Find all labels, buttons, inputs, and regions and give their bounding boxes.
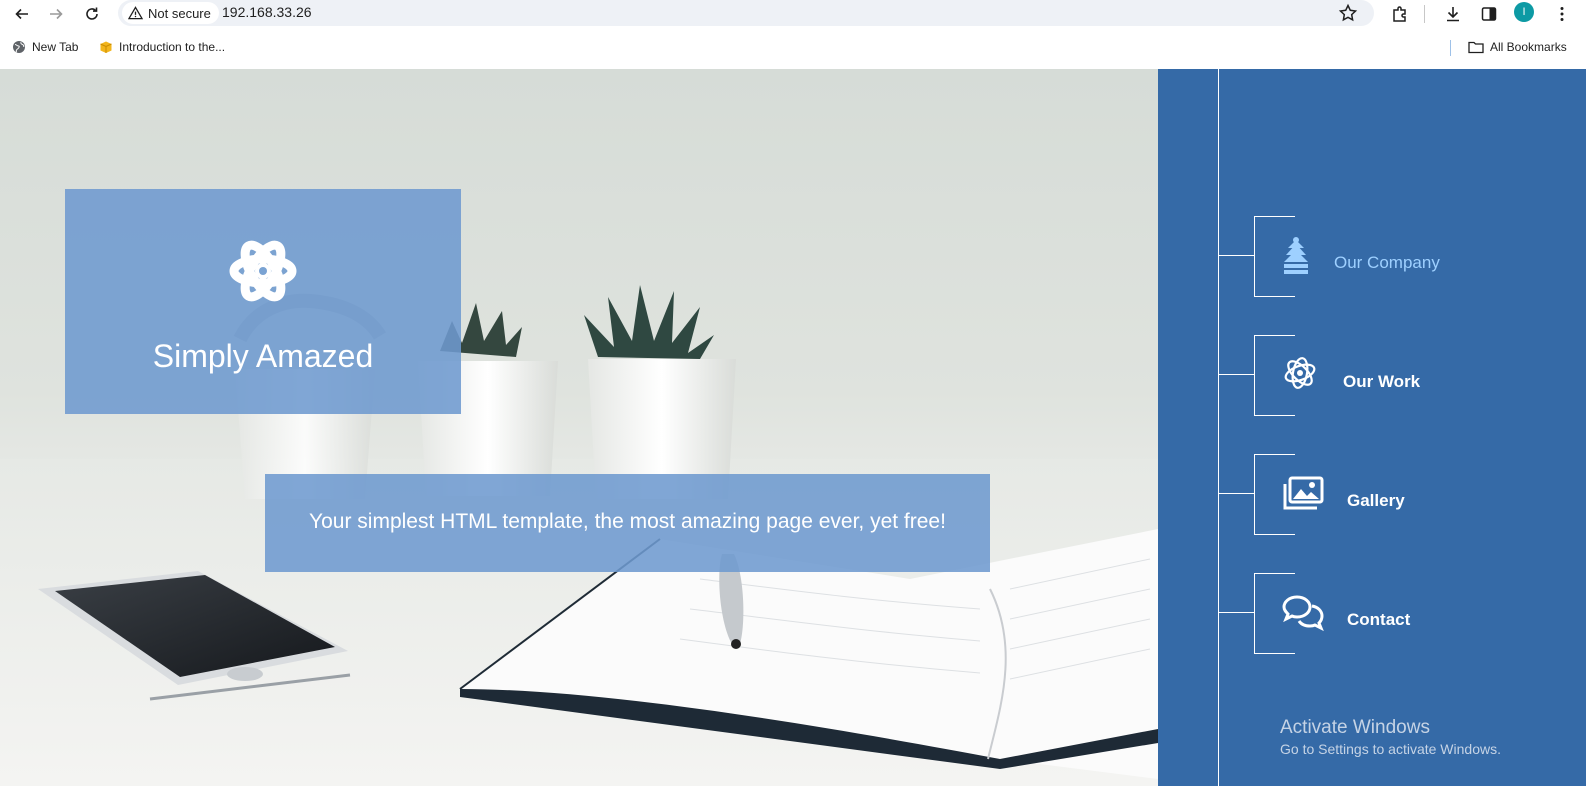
nav-label: Contact [1347, 610, 1411, 629]
forward-button[interactable] [44, 2, 68, 26]
images-icon [1283, 476, 1324, 510]
nav-connector [1218, 255, 1255, 256]
arrow-right-icon [50, 8, 63, 20]
globe-icon [13, 41, 25, 53]
hero-section: Simply Amazed Your simplest HTML templat… [0, 69, 1158, 786]
plant-pot-right [584, 285, 736, 499]
url-text[interactable]: 192.168.33.26 [222, 4, 312, 20]
reload-button[interactable] [80, 2, 104, 26]
kebab-menu-icon [1560, 7, 1564, 21]
brand-box: Simply Amazed [65, 189, 461, 414]
arrow-left-icon [15, 8, 28, 20]
bookmark-star-icon[interactable] [1338, 3, 1358, 23]
nav-connector [1218, 374, 1255, 375]
nav-label: Gallery [1347, 491, 1405, 510]
warning-icon [128, 6, 143, 20]
toolbar-divider [1424, 5, 1425, 23]
nav-item-our-company[interactable]: Our Company [1218, 216, 1518, 298]
atom-icon [229, 240, 297, 302]
page-content: Simply Amazed Your simplest HTML templat… [0, 69, 1586, 786]
all-bookmarks-button[interactable]: All Bookmarks [1468, 40, 1567, 54]
reload-icon [86, 7, 98, 20]
nav-item-our-work[interactable]: Our Work [1218, 335, 1518, 417]
nav-item-contact[interactable]: Contact [1218, 573, 1518, 655]
watermark-title: Activate Windows [1280, 717, 1430, 738]
browser-toolbar: Not secure 192.168.33.26 I [0, 0, 1586, 28]
side-panel-button[interactable] [1477, 2, 1501, 26]
folder-icon [1468, 41, 1484, 54]
brand-title: Simply Amazed [152, 338, 374, 374]
back-button[interactable] [10, 2, 34, 26]
bookmark-label: Introduction to the... [119, 40, 226, 54]
package-icon [100, 41, 112, 53]
download-icon [1447, 7, 1459, 22]
watermark-subtitle: Go to Settings to activate Windows. [1280, 741, 1501, 757]
nav-connector [1218, 493, 1255, 494]
tagline-text: Your simplest HTML template, the most am… [309, 510, 946, 533]
menu-button[interactable] [1550, 2, 1574, 26]
bookmarks-bar: New Tab Introduction to the... All Bookm… [0, 34, 1586, 62]
side-panel-icon [1481, 7, 1497, 21]
bookmark-introduction[interactable]: Introduction to the... [99, 40, 225, 54]
bookmark-new-tab[interactable]: New Tab [12, 40, 78, 54]
nav-item-gallery[interactable]: Gallery [1218, 454, 1518, 536]
all-bookmarks-label: All Bookmarks [1490, 40, 1567, 54]
tree-icon [1284, 237, 1308, 274]
nav-label: Our Work [1343, 372, 1421, 391]
extensions-button[interactable] [1388, 2, 1412, 26]
bookmark-label: New Tab [32, 40, 79, 54]
nav-connector [1218, 612, 1255, 613]
profile-avatar[interactable]: I [1514, 2, 1534, 22]
security-label: Not secure [148, 5, 211, 21]
sidebar-navigation: Our Company Our Work Gallery Contact [1158, 69, 1586, 786]
chat-bubbles-icon [1282, 595, 1324, 632]
windows-activation-watermark: Activate Windows Go to Settings to activ… [1280, 717, 1501, 757]
downloads-button[interactable] [1441, 2, 1465, 26]
tagline-box: Your simplest HTML template, the most am… [265, 474, 990, 572]
atom-scribble-icon [1284, 357, 1316, 389]
hero-background-image [0, 285, 1158, 786]
address-bar[interactable]: Not secure 192.168.33.26 [118, 0, 1374, 26]
security-chip[interactable]: Not secure [122, 2, 219, 24]
bookmarks-divider [1450, 40, 1451, 56]
puzzle-icon [1393, 6, 1406, 22]
nav-label: Our Company [1334, 253, 1440, 272]
sidebar-rail-line [1218, 69, 1219, 786]
